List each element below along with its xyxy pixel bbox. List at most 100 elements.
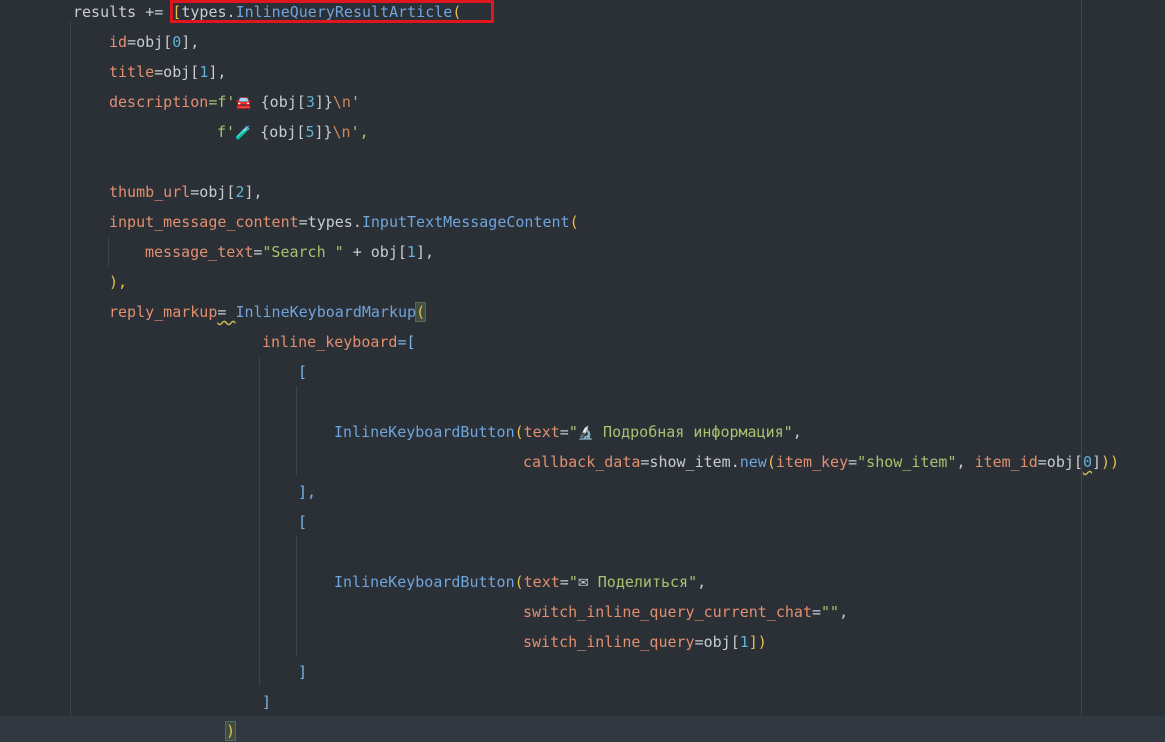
token-number-warning: 0 [1082, 453, 1092, 471]
token-class: InlineKeyboardMarkup [235, 303, 417, 321]
token-text: =obj[ [694, 633, 740, 651]
token-text: {obj[ [251, 123, 306, 141]
code-line-12[interactable]: inline_keyboard=[ [0, 327, 1165, 357]
token-text: =obj[ [1037, 453, 1083, 471]
code-line-25-current[interactable]: ) [0, 716, 1165, 742]
token-text: ], [415, 243, 434, 261]
code-line-20[interactable]: InlineKeyboardButton(text="✉ Поделиться"… [0, 567, 1165, 597]
code-line-22[interactable]: switch_inline_query=obj[1]) [0, 627, 1165, 657]
token-param: reply_markup [109, 303, 218, 321]
token-param: message_text [145, 243, 254, 261]
token-string: "show_item" [857, 453, 957, 471]
token-bracket: ( [766, 453, 776, 471]
token-method: new [739, 453, 767, 471]
token-operator-warning: = [217, 303, 236, 321]
token-bracket-matched: ( [415, 302, 427, 322]
token-bracket: ]) [748, 633, 767, 651]
token-text: , [792, 423, 802, 441]
token-param: title [109, 63, 155, 81]
envelope-emoji-icon: ✉ [577, 576, 589, 591]
token-bracket: ( [569, 213, 579, 231]
token-text: ]} [314, 123, 333, 141]
token-param: text [523, 423, 560, 441]
token-string: Поделиться" [588, 573, 698, 591]
microscope-emoji-icon: 🔬 [577, 426, 595, 441]
token-text: {obj[ [251, 93, 306, 111]
code-line-24[interactable]: ] [0, 687, 1165, 717]
code-line-3[interactable]: title=obj[1], [0, 57, 1165, 87]
token-bracket-matched: ) [224, 721, 237, 741]
code-line-10[interactable]: ), [0, 267, 1165, 297]
code-line-5[interactable]: f'🧪 {obj[5]}\n', [0, 117, 1165, 147]
token-param: switch_inline_query_current_chat [523, 603, 812, 621]
token-escape: \n [332, 123, 351, 141]
token-number: 3 [305, 93, 315, 111]
token-string: "" [821, 603, 840, 621]
code-line-16[interactable]: callback_data=show_item.new(item_key="sh… [0, 447, 1165, 477]
code-editor[interactable]: results += [types.InlineQueryResultArtic… [0, 0, 1165, 742]
token-text: , [956, 453, 975, 471]
token-string: ' [350, 93, 360, 111]
token-bracket: ] [262, 693, 272, 711]
token-text: ], [244, 183, 263, 201]
code-line-11[interactable]: reply_markup= InlineKeyboardMarkup( [0, 297, 1165, 327]
token-param: switch_inline_query [523, 633, 695, 651]
highlight-annotation-box [170, 0, 494, 23]
token-text: =obj[ [154, 63, 200, 81]
token-text: , [839, 603, 849, 621]
token-string: "Search " [262, 243, 344, 261]
code-line-7[interactable]: thumb_url=obj[2], [0, 177, 1165, 207]
code-line-4[interactable]: description=f'🚘 {obj[3]}\n' [0, 87, 1165, 117]
token-module: =types. [298, 213, 362, 231]
token-number: 1 [739, 633, 749, 651]
token-bracket: [ [298, 513, 308, 531]
code-line-13[interactable]: [ [0, 357, 1165, 387]
token-class: InlineKeyboardButton [334, 423, 515, 441]
code-line-23[interactable]: ] [0, 657, 1165, 687]
token-bracket: =[ [397, 333, 416, 351]
token-fstring-start: =f' [208, 93, 236, 111]
token-bracket: ], [298, 483, 317, 501]
test-tube-emoji-icon: 🧪 [235, 126, 252, 141]
token-string: Подробная информация" [594, 423, 793, 441]
token-fstring-start: f' [217, 123, 236, 141]
token-text: + obj[ [343, 243, 407, 261]
code-line-18[interactable]: [ [0, 507, 1165, 537]
code-line-2[interactable]: id=obj[0], [0, 27, 1165, 57]
token-param: text [523, 573, 560, 591]
token-string: " [568, 423, 578, 441]
token-text: , [697, 573, 707, 591]
token-operator: = [559, 423, 569, 441]
token-number: 1 [406, 243, 416, 261]
token-operator: = [848, 453, 858, 471]
token-escape: \n [332, 93, 351, 111]
token-operator: = [559, 573, 569, 591]
car-emoji-icon: 🚘 [235, 96, 252, 111]
token-text: =obj[ [127, 33, 173, 51]
code-line-17[interactable]: ], [0, 477, 1165, 507]
code-line-15[interactable]: InlineKeyboardButton(text="🔬 Подробная и… [0, 417, 1165, 447]
token-param: item_key [775, 453, 849, 471]
token-number: 0 [172, 33, 182, 51]
token-identifier: results [73, 3, 137, 21]
token-string: ', [350, 123, 369, 141]
token-number: 1 [199, 63, 209, 81]
token-param: thumb_url [109, 183, 191, 201]
token-class: InlineKeyboardButton [334, 573, 515, 591]
code-line-8[interactable]: input_message_content=types.InputTextMes… [0, 207, 1165, 237]
token-bracket: ), [109, 273, 128, 291]
token-text: =show_item. [640, 453, 740, 471]
token-bracket: ( [514, 423, 524, 441]
code-line-21[interactable]: switch_inline_query_current_chat="", [0, 597, 1165, 627]
token-text: ]} [314, 93, 333, 111]
token-param: description [109, 93, 209, 111]
token-bracket: )) [1101, 453, 1120, 471]
token-text: ], [208, 63, 227, 81]
token-param: callback_data [523, 453, 641, 471]
token-param: id [109, 33, 128, 51]
token-param: input_message_content [109, 213, 299, 231]
token-text: =obj[ [190, 183, 236, 201]
token-operator: = [811, 603, 822, 621]
code-line-9[interactable]: message_text="Search " + obj[1], [0, 237, 1165, 267]
token-param: inline_keyboard [262, 333, 398, 351]
